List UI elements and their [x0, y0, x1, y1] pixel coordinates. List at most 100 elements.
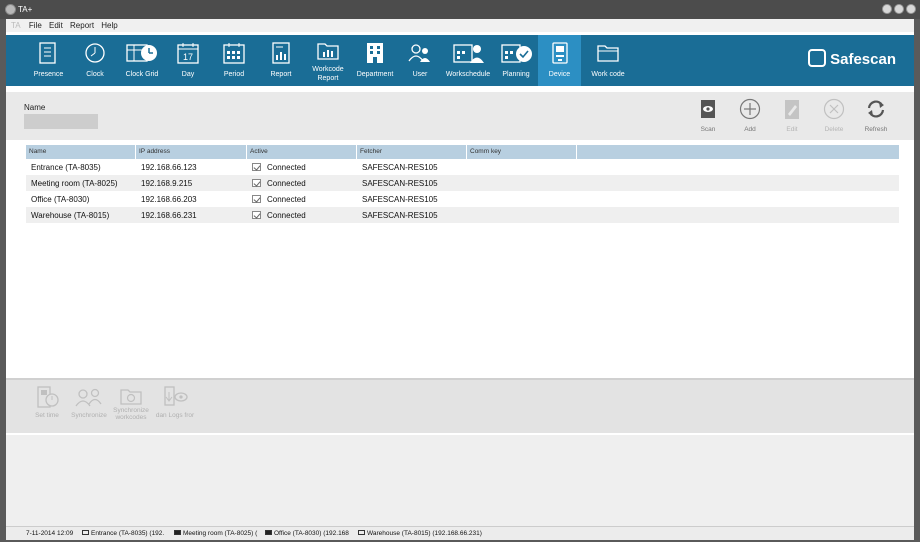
- active-checkbox[interactable]: [252, 163, 261, 171]
- cell-name: Office (TA-8030): [31, 195, 90, 204]
- safescan-mark-icon: [808, 49, 827, 67]
- maximize-button[interactable]: [894, 4, 904, 14]
- log-panel: [6, 435, 914, 526]
- title-bar: TA+: [0, 0, 920, 19]
- column-header-ip-address[interactable]: IP address: [136, 145, 247, 159]
- synchronize-button[interactable]: Synchronize: [68, 386, 110, 419]
- refresh-button[interactable]: Refresh: [859, 98, 893, 133]
- toolbar-user-label: User: [412, 71, 428, 78]
- column-header-fetcher[interactable]: Fetcher: [357, 145, 467, 159]
- toolbar-workschedule-label: Workschedule: [445, 71, 491, 78]
- device-sync-toolbar: Set time Synchronize Synchronize workcod…: [6, 378, 914, 433]
- status-device-meeting-room-text: Meeting room (TA-8025) (: [183, 530, 258, 537]
- cell-name: Warehouse (TA-8015): [31, 211, 110, 220]
- toolbar-presence[interactable]: Presence: [26, 35, 71, 86]
- status-datetime: 7-11-2014 12:09: [26, 530, 74, 537]
- toolbar-day-label: Day: [181, 71, 195, 78]
- toolbar-period[interactable]: Period: [216, 35, 252, 86]
- refresh-icon: [867, 100, 885, 118]
- set-time-button[interactable]: Set time: [30, 386, 64, 419]
- menu-report[interactable]: Report: [70, 19, 94, 30]
- clock-icon: [85, 43, 105, 63]
- user-icon: [408, 44, 430, 62]
- cell-active: Connected: [267, 195, 306, 204]
- table-row[interactable]: Meeting room (TA-8025) 192.168.9.215 Con…: [26, 175, 899, 191]
- menu-edit[interactable]: Edit: [49, 19, 63, 30]
- cell-fetcher: SAFESCAN-RES105: [362, 195, 438, 204]
- add-button[interactable]: Add: [733, 98, 767, 133]
- table-row[interactable]: Office (TA-8030) 192.168.66.203 Connecte…: [26, 191, 899, 207]
- toolbar-clock-grid[interactable]: Clock Grid: [121, 35, 163, 86]
- toolbar-clock[interactable]: Clock: [76, 35, 114, 86]
- synchronize-workcodes-button[interactable]: Synchronize workcodes: [110, 386, 152, 421]
- device-status-icon: [265, 530, 272, 535]
- scan-label: Scan: [700, 126, 716, 133]
- set-time-label: Set time: [35, 412, 59, 419]
- toolbar-device[interactable]: Device: [538, 35, 581, 86]
- toolbar-report[interactable]: Report: [263, 35, 299, 86]
- download-logs-label-prefix: dan: [155, 412, 167, 419]
- main-toolbar: Presence Clock Clock Grid 17 Day Period …: [6, 32, 914, 86]
- toolbar-period-label: Period: [223, 71, 245, 78]
- toolbar-workcode-report[interactable]: Workcode Report: [306, 35, 350, 86]
- refresh-label: Refresh: [864, 126, 888, 133]
- device-status-icon: [82, 530, 89, 535]
- toolbar-work-code-label: Work code: [591, 71, 625, 78]
- toolbar-work-code[interactable]: Work code: [586, 35, 630, 86]
- cell-ip: 192.168.66.231: [141, 211, 197, 220]
- status-device-office: Office (TA-8030) (192.168: [265, 530, 358, 537]
- toolbar-workschedule[interactable]: Workschedule: [444, 35, 492, 86]
- active-checkbox[interactable]: [252, 195, 261, 203]
- add-icon: [739, 98, 761, 120]
- synchronize-workcodes-label-line2: workcodes: [115, 414, 147, 421]
- set-time-icon: [37, 386, 59, 408]
- toolbar-user[interactable]: User: [404, 35, 436, 86]
- minimize-button[interactable]: [882, 4, 892, 14]
- toolbar-department[interactable]: Department: [355, 35, 395, 86]
- column-header-name[interactable]: Name: [26, 145, 136, 159]
- report-icon: [272, 42, 290, 64]
- toolbar-planning[interactable]: Planning: [496, 35, 536, 86]
- name-filter-input[interactable]: [24, 114, 98, 129]
- delete-button[interactable]: Delete: [817, 98, 851, 133]
- download-logs-button[interactable]: dan Logs fror: [152, 386, 198, 419]
- edit-icon: [785, 100, 799, 119]
- column-header-active[interactable]: Active: [247, 145, 357, 159]
- main-panel: Name Scan Add Edit Delete Refresh Name I…: [6, 86, 914, 526]
- menu-app-label: TA: [11, 21, 21, 30]
- synchronize-workcodes-icon: [120, 389, 142, 405]
- cell-active: Connected: [267, 179, 306, 188]
- status-device-meeting-room: Meeting room (TA-8025) (: [174, 530, 266, 537]
- cell-fetcher: SAFESCAN-RES105: [362, 179, 438, 188]
- status-bar: 7-11-2014 12:09 Entrance (TA-8035) (192.…: [6, 526, 914, 540]
- cell-ip: 192.168.9.215: [141, 179, 193, 188]
- window-title: TA+: [18, 5, 33, 14]
- workschedule-icon: [453, 44, 484, 63]
- active-checkbox[interactable]: [252, 179, 261, 187]
- table-row[interactable]: Entrance (TA-8035) 192.168.66.123 Connec…: [26, 159, 899, 175]
- cell-ip: 192.168.66.203: [141, 195, 197, 204]
- cell-active: Connected: [267, 211, 306, 220]
- column-header-comm-key[interactable]: Comm key: [467, 145, 577, 159]
- status-device-entrance: Entrance (TA-8035) (192.: [82, 530, 174, 537]
- close-button[interactable]: [906, 4, 916, 14]
- toolbar-planning-label: Planning: [502, 71, 530, 78]
- active-checkbox[interactable]: [252, 211, 261, 219]
- edit-button[interactable]: Edit: [775, 98, 809, 133]
- safescan-logo: Safescan: [808, 49, 896, 68]
- cell-fetcher: SAFESCAN-RES105: [362, 211, 438, 220]
- toolbar-clock-label: Clock: [86, 71, 104, 78]
- cell-ip: 192.168.66.123: [141, 163, 197, 172]
- workcode-report-icon: [317, 43, 339, 60]
- presence-icon: [39, 42, 56, 64]
- device-status-icon: [174, 530, 181, 535]
- table-row[interactable]: Warehouse (TA-8015) 192.168.66.231 Conne…: [26, 207, 899, 223]
- toolbar-workcode-report-label-line2: Report: [317, 75, 339, 82]
- scan-button[interactable]: Scan: [691, 98, 725, 133]
- menu-file[interactable]: File: [29, 19, 42, 30]
- synchronize-workcodes-label-line1: Synchronize: [113, 407, 149, 414]
- toolbar-day[interactable]: 17 Day: [170, 35, 206, 86]
- download-logs-label: Logs fror: [168, 412, 195, 419]
- menu-help[interactable]: Help: [101, 19, 117, 30]
- app-icon: [5, 4, 16, 15]
